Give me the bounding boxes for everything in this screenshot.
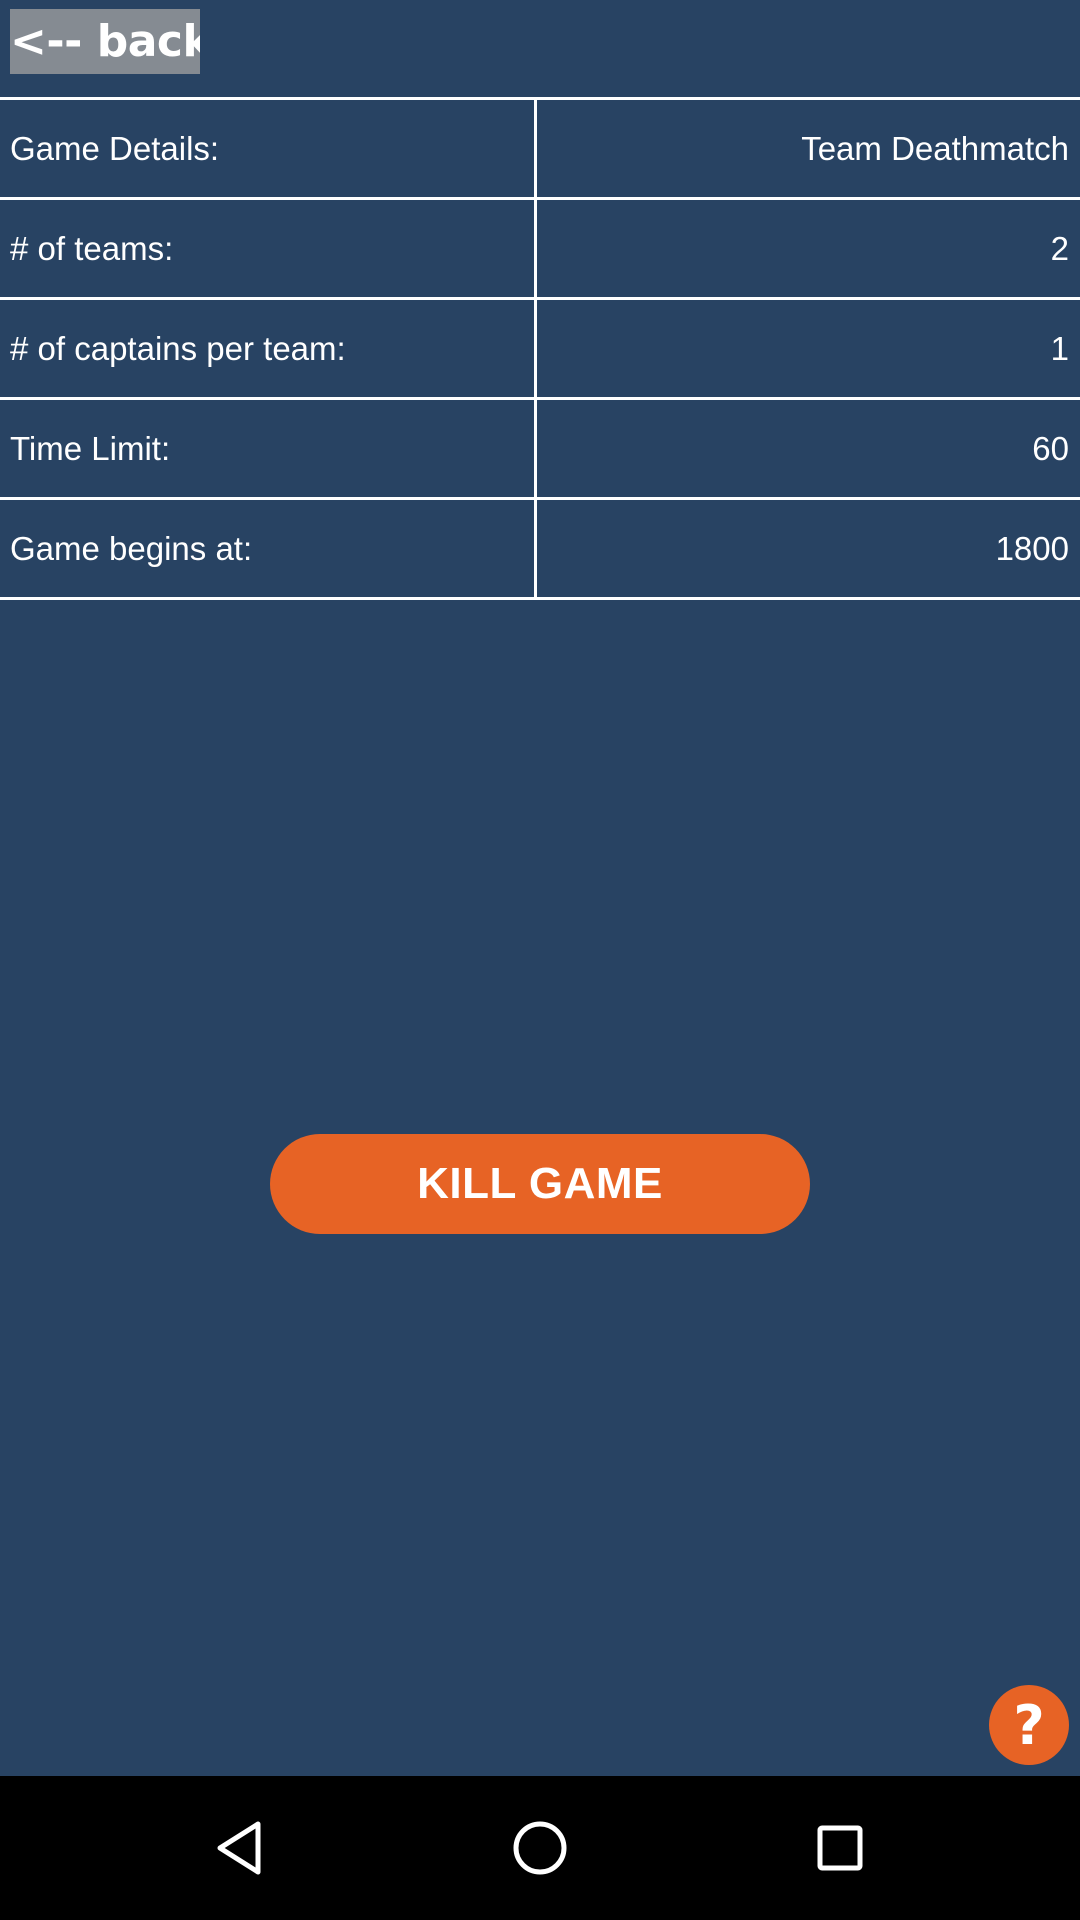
- row-label-game-details: Game Details:: [0, 100, 537, 197]
- recents-square-icon[interactable]: [808, 1816, 872, 1880]
- table-row: # of captains per team: 1: [0, 300, 1080, 400]
- help-button[interactable]: ?: [989, 1685, 1069, 1765]
- back-triangle-icon[interactable]: [208, 1816, 272, 1880]
- row-value-game-details: Team Deathmatch: [801, 129, 1069, 167]
- row-label-time-limit: Time Limit:: [0, 400, 537, 497]
- table-row: Game Details: Team Deathmatch: [0, 100, 1080, 200]
- game-details-table: Game Details: Team Deathmatch # of teams…: [0, 97, 1080, 600]
- row-value-captains: 1: [1050, 329, 1069, 367]
- back-button[interactable]: <-- back: [10, 9, 200, 74]
- table-row: Time Limit: 60: [0, 400, 1080, 500]
- row-label-teams: # of teams:: [0, 200, 537, 297]
- table-row: Game begins at: 1800: [0, 500, 1080, 600]
- row-value-teams: 2: [1050, 229, 1069, 267]
- table-row: # of teams: 2: [0, 200, 1080, 300]
- row-value-begins-at: 1800: [995, 529, 1069, 567]
- row-label-captains: # of captains per team:: [0, 300, 537, 397]
- row-value-time-limit: 60: [1032, 429, 1069, 467]
- home-circle-icon[interactable]: [508, 1816, 572, 1880]
- kill-game-button[interactable]: KILL GAME: [270, 1134, 810, 1234]
- row-label-begins-at: Game begins at:: [0, 500, 537, 597]
- system-nav-bar: [0, 1776, 1080, 1920]
